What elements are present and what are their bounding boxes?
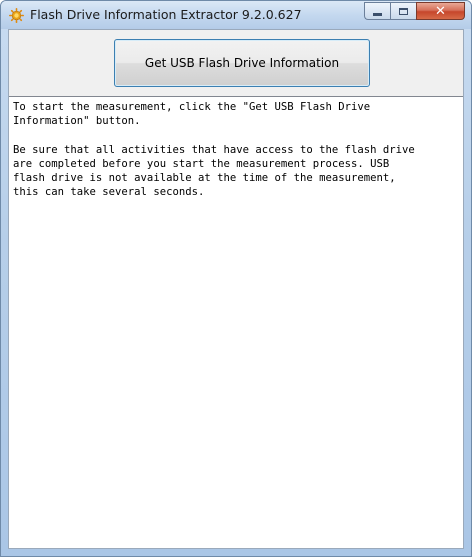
caption-buttons: ✕ bbox=[364, 2, 465, 20]
minimize-icon bbox=[373, 12, 382, 16]
maximize-button[interactable] bbox=[390, 2, 416, 20]
instruction-text: To start the measurement, click the "Get… bbox=[13, 101, 371, 128]
maximize-icon bbox=[399, 7, 408, 15]
window-title: Flash Drive Information Extractor 9.2.0.… bbox=[30, 7, 302, 22]
sun-gear-icon bbox=[9, 8, 24, 23]
app-window: Flash Drive Information Extractor 9.2.0.… bbox=[0, 0, 472, 557]
title-bar[interactable]: Flash Drive Information Extractor 9.2.0.… bbox=[1, 1, 471, 29]
close-button[interactable]: ✕ bbox=[416, 2, 465, 20]
warning-text: Be sure that all activities that have ac… bbox=[13, 143, 415, 199]
output-textarea[interactable]: To start the measurement, click the "Get… bbox=[9, 96, 463, 548]
button-panel: Get USB Flash Drive Information bbox=[9, 30, 463, 96]
close-icon: ✕ bbox=[435, 3, 446, 19]
client-area: Get USB Flash Drive Information To start… bbox=[8, 29, 464, 549]
get-usb-info-button[interactable]: Get USB Flash Drive Information bbox=[114, 39, 370, 87]
minimize-button[interactable] bbox=[364, 2, 390, 20]
